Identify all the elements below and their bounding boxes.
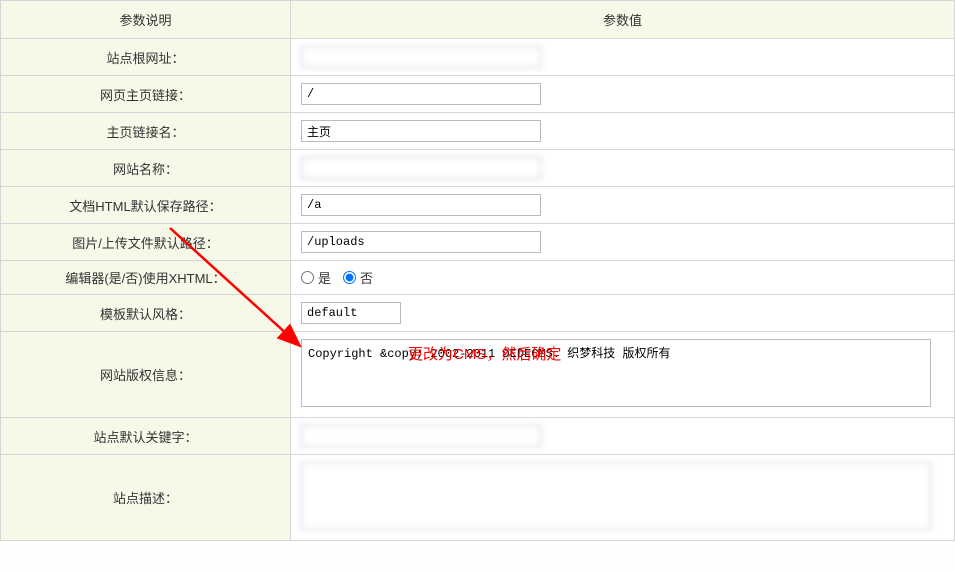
label-keywords: 站点默认关键字：: [1, 418, 291, 455]
header-param-desc: 参数说明: [1, 1, 291, 39]
input-home-link-name[interactable]: [301, 120, 541, 142]
input-site-root-url[interactable]: [301, 46, 541, 68]
label-home-link-name: 主页链接名：: [1, 113, 291, 150]
textarea-copyright[interactable]: [301, 339, 931, 407]
input-home-link[interactable]: [301, 83, 541, 105]
label-copyright: 网站版权信息：: [1, 332, 291, 418]
label-editor-xhtml: 编辑器(是/否)使用XHTML：: [1, 261, 291, 295]
label-description: 站点描述：: [1, 455, 291, 541]
label-home-link: 网页主页链接：: [1, 76, 291, 113]
radio-group-xhtml: 是 否: [301, 268, 373, 287]
label-upload-path: 图片/上传文件默认路径：: [1, 224, 291, 261]
input-upload-path[interactable]: [301, 231, 541, 253]
textarea-description[interactable]: [301, 462, 931, 530]
radio-xhtml-yes[interactable]: [301, 271, 314, 284]
config-table: 参数说明 参数值 站点根网址： 网页主页链接： 主页链接名： 网站名称： 文档H…: [0, 0, 955, 541]
label-template-style: 模板默认风格：: [1, 295, 291, 332]
label-site-root-url: 站点根网址：: [1, 39, 291, 76]
input-html-path[interactable]: [301, 194, 541, 216]
input-site-name[interactable]: [301, 157, 541, 179]
label-html-path: 文档HTML默认保存路径：: [1, 187, 291, 224]
label-site-name: 网站名称：: [1, 150, 291, 187]
input-keywords[interactable]: [301, 425, 541, 447]
radio-label-no: 否: [360, 268, 373, 287]
radio-xhtml-no[interactable]: [343, 271, 356, 284]
header-param-value: 参数值: [291, 1, 955, 39]
input-template-style[interactable]: [301, 302, 401, 324]
radio-label-yes: 是: [318, 268, 331, 287]
